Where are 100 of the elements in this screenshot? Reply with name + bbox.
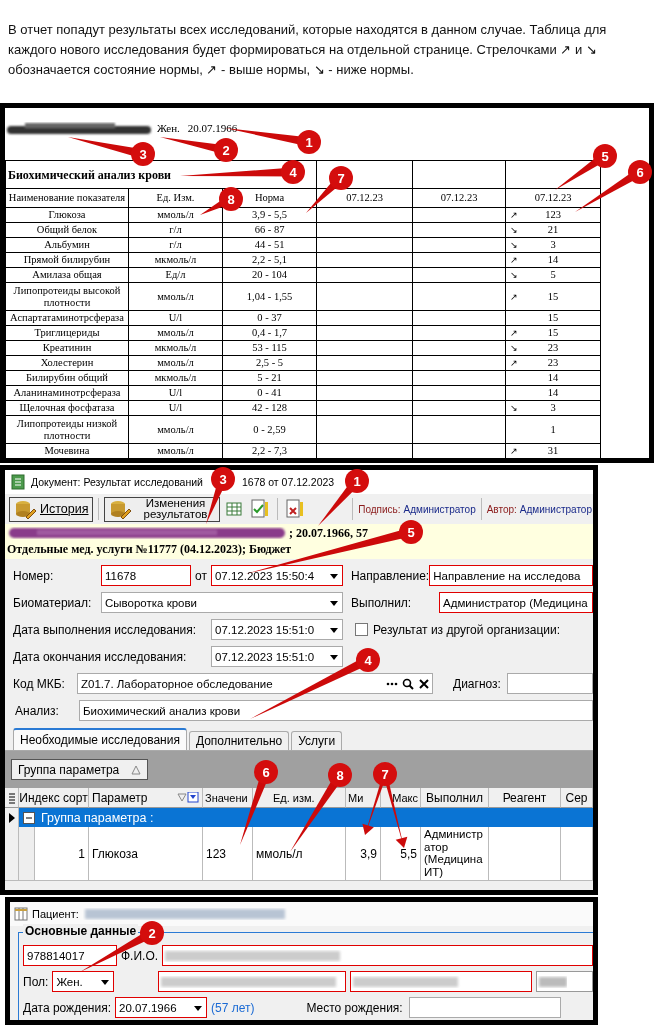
table-cell: Липопротеиды высокой плотности bbox=[5, 282, 129, 311]
biomaterial-dropdown[interactable]: Сыворотка крови bbox=[101, 592, 343, 613]
table-cell: 23 bbox=[547, 342, 559, 353]
table-cell: Щелочная фосфатаза bbox=[5, 400, 129, 416]
history-button[interactable]: История bbox=[9, 496, 94, 522]
column-header[interactable]: Макс bbox=[381, 788, 421, 808]
field-label: Дата окончания исследования: bbox=[13, 649, 188, 664]
document-check-icon[interactable] bbox=[251, 499, 270, 519]
table-cell: мкмоль/л bbox=[128, 340, 223, 356]
table-cell: 15 bbox=[547, 327, 559, 338]
sort-filter-icon[interactable] bbox=[177, 791, 199, 804]
table-cell: 14 bbox=[547, 254, 559, 265]
table-cell: Общий белок bbox=[5, 222, 129, 238]
column-header: 07.12.23 bbox=[412, 188, 506, 208]
changes-button[interactable]: Изменения результатов bbox=[104, 496, 221, 522]
trend-arrow: ↗ bbox=[510, 357, 519, 369]
table-cell: 0 - 37 bbox=[222, 310, 317, 326]
table-cell: 1 bbox=[35, 827, 89, 881]
date-field[interactable]: 07.12.2023 15:51:0 bbox=[211, 646, 343, 667]
tab[interactable]: Услуги bbox=[291, 731, 343, 750]
column-header: Наименование показателя bbox=[5, 188, 129, 208]
column-chooser-icon[interactable] bbox=[8, 791, 15, 804]
row-indent bbox=[19, 827, 35, 881]
author-value: Администратор bbox=[519, 503, 592, 515]
field-label: Биоматериал: bbox=[13, 595, 93, 610]
group-chip[interactable]: Группа параметра bbox=[11, 759, 149, 780]
table-cell: U/l bbox=[128, 310, 223, 326]
text-field[interactable] bbox=[350, 971, 533, 992]
table-cell bbox=[561, 827, 593, 881]
date-field[interactable]: 07.12.2023 15:51:0 bbox=[211, 619, 343, 640]
table-cell: 3 bbox=[550, 239, 556, 250]
trend-arrow: ↗ bbox=[510, 327, 519, 339]
table-cell: Билирубин общий bbox=[5, 370, 129, 386]
table-cell: 0,4 - 1,7 bbox=[222, 325, 317, 341]
sex-dropdown[interactable]: Жен. bbox=[52, 971, 115, 992]
field-label: Диагноз: bbox=[453, 676, 501, 691]
section-title: Основные данные bbox=[23, 924, 139, 938]
table-cell: ммоль/л bbox=[128, 443, 223, 459]
trend-arrow: ↘ bbox=[510, 269, 519, 281]
field-label: от bbox=[195, 568, 207, 583]
search-icon[interactable] bbox=[401, 676, 415, 691]
table-cell: Креатинин bbox=[5, 340, 129, 356]
checkbox-label: Результат из другой организации: bbox=[373, 622, 561, 637]
text-field[interactable] bbox=[536, 971, 593, 992]
table-cell: г/л bbox=[128, 237, 223, 253]
table-cell: Ед/л bbox=[128, 267, 223, 283]
birth-date-field[interactable]: 20.07.1966 bbox=[115, 997, 207, 1018]
table-cell: Глюкоза bbox=[89, 827, 203, 881]
patient-sex: Жен. bbox=[157, 122, 180, 134]
window-title: 1678 от 07.12.2023 bbox=[242, 476, 335, 488]
column-header[interactable]: Сер bbox=[561, 788, 593, 808]
table-cell: ммоль/л bbox=[128, 282, 223, 311]
icd-field[interactable]: Z01.7. Лабораторное обследование bbox=[77, 673, 433, 694]
column-header[interactable]: Значени bbox=[203, 788, 253, 808]
info-text: Отдельные мед. услуги №11777 (04.12.2023); Бюджет bbox=[7, 542, 293, 557]
number-field[interactable]: 11678 bbox=[101, 565, 191, 586]
table-cell: 15 bbox=[547, 312, 559, 323]
table-cell: 14 bbox=[547, 372, 559, 383]
clear-icon[interactable] bbox=[417, 676, 431, 691]
column-header[interactable]: Параметр bbox=[89, 788, 203, 808]
table-icon[interactable] bbox=[226, 501, 243, 517]
database-pencil-icon bbox=[14, 499, 36, 519]
table-cell: 0 - 2,59 bbox=[222, 415, 317, 444]
table-cell: 20 - 104 bbox=[222, 267, 317, 283]
sort-icon bbox=[131, 764, 142, 775]
column-header[interactable]: Индекс сорт bbox=[19, 788, 89, 808]
signature-label: Подпись: bbox=[358, 503, 401, 515]
collapse-icon[interactable] bbox=[23, 811, 35, 824]
analysis-field[interactable]: Биохимический анализ крови bbox=[79, 700, 593, 721]
table-cell: ммоль/л bbox=[128, 415, 223, 444]
field-label: Выполнил: bbox=[351, 595, 413, 610]
trend-arrow: ↗ bbox=[510, 209, 519, 221]
column-header[interactable]: Ми bbox=[346, 788, 381, 808]
trend-arrow: ↘ bbox=[510, 239, 519, 251]
age-link[interactable]: (57 лет) bbox=[211, 1000, 255, 1015]
table-cell: 5 bbox=[550, 269, 556, 280]
performer-field[interactable]: Администратор (Медицина bbox=[439, 592, 593, 613]
column-header[interactable]: Реагент bbox=[489, 788, 561, 808]
id-field[interactable]: 978814017 bbox=[23, 945, 117, 966]
document-delete-icon[interactable] bbox=[286, 499, 305, 519]
diagnosis-field[interactable] bbox=[506, 673, 593, 694]
name-field[interactable] bbox=[162, 945, 593, 966]
birthplace-field[interactable] bbox=[408, 997, 561, 1018]
tab[interactable]: Дополнительно bbox=[188, 731, 290, 750]
tab[interactable]: Необходимые исследования bbox=[13, 728, 187, 750]
table-cell: 1,04 - 1,55 bbox=[222, 282, 317, 311]
author-label: Автор: bbox=[486, 503, 517, 515]
date-field[interactable]: 07.12.2023 15:50:4 bbox=[210, 565, 343, 586]
checkbox[interactable] bbox=[355, 623, 368, 636]
document-icon bbox=[11, 474, 25, 490]
table-cell: 1 bbox=[550, 423, 556, 435]
column-header[interactable]: Выполнил bbox=[421, 788, 489, 808]
table-cell: Альбумин bbox=[5, 237, 129, 253]
table-icon bbox=[14, 907, 28, 921]
text-field[interactable] bbox=[158, 971, 347, 992]
signature-value: Администратор bbox=[403, 503, 476, 515]
group-row[interactable]: Группа параметра : bbox=[19, 808, 593, 827]
field-label: Дата выполнения исследования: bbox=[13, 622, 198, 637]
direction-field[interactable]: Направление на исследова bbox=[429, 565, 593, 586]
table-cell: Аланинаминотрсфераза bbox=[5, 385, 129, 401]
